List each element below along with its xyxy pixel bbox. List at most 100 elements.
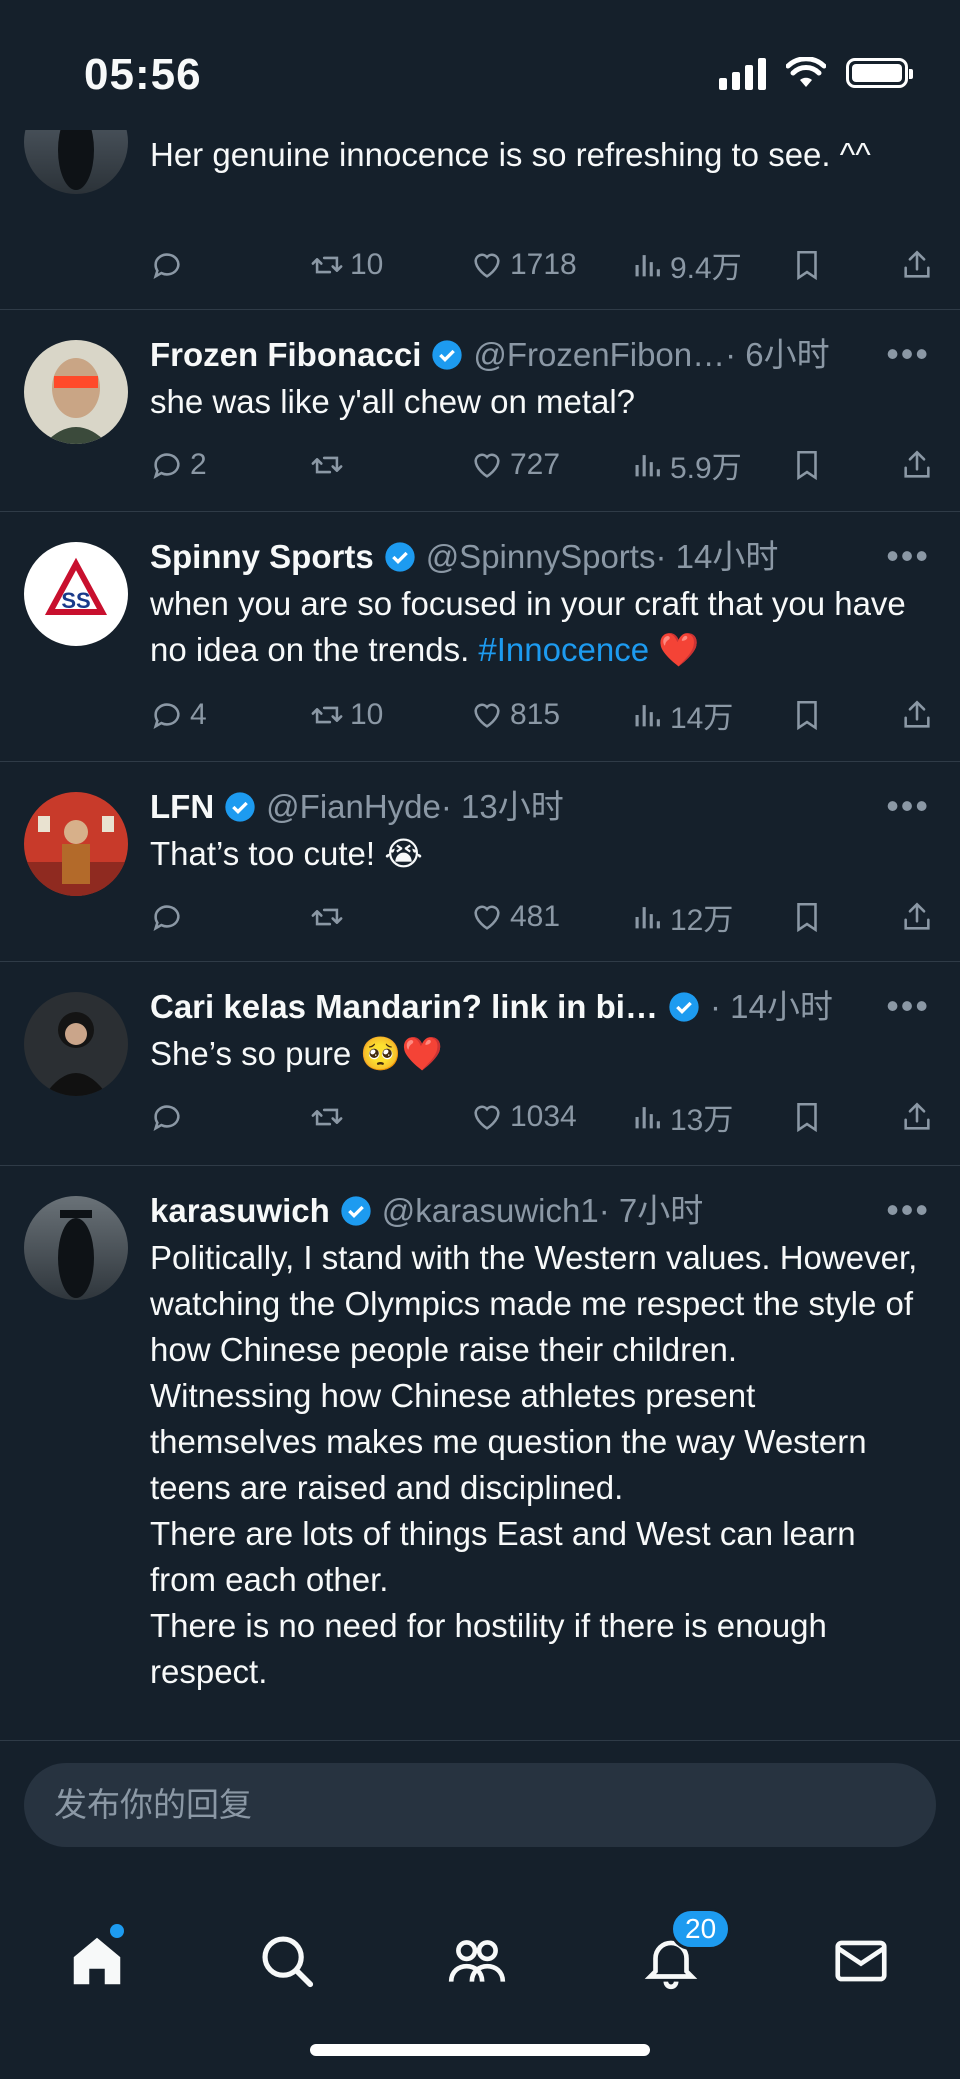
more-options-icon[interactable]: ••• (886, 333, 930, 375)
retweet-count: 10 (350, 248, 384, 281)
avatar[interactable]: SS (24, 542, 128, 646)
reply-button[interactable] (150, 900, 190, 934)
nav-notifications[interactable]: 20 (640, 1908, 732, 2000)
tweet-actions: 2 727 5.9万 (150, 440, 940, 490)
reply-icon (153, 1105, 180, 1132)
nav-communities[interactable] (446, 1930, 516, 2000)
share-button[interactable] (900, 698, 934, 732)
analytics-icon (635, 255, 660, 277)
avatar[interactable] (24, 340, 128, 444)
tweet-text: when you are so focused in your craft th… (150, 581, 930, 673)
views-button[interactable]: 12万 (630, 895, 733, 939)
nav-search[interactable] (256, 1930, 326, 2000)
more-options-icon[interactable]: ••• (886, 535, 930, 577)
timestamp: · 7小时 (598, 1192, 704, 1229)
display-name[interactable]: Spinny Sports (150, 535, 374, 579)
heart-icon (474, 703, 500, 728)
tweet-actions: 1034 13万 (150, 1092, 940, 1142)
reply-icon (153, 253, 180, 280)
retweet-button[interactable] (310, 448, 350, 482)
avatar[interactable] (24, 792, 128, 896)
display-name[interactable]: Frozen Fibonacci (150, 333, 421, 377)
share-button[interactable] (900, 248, 934, 282)
heart-emoji: ❤️ (658, 631, 700, 668)
handle[interactable]: @FianHyde (266, 785, 441, 829)
display-name[interactable]: LFN (150, 785, 214, 829)
more-options-icon[interactable]: ••• (886, 1189, 930, 1231)
handle[interactable]: @karasuwich1 (382, 1189, 599, 1233)
share-icon (904, 700, 930, 728)
tweet[interactable]: Frozen Fibonacci @FrozenFibon… · 6小时 •••… (0, 310, 960, 512)
home-new-dot (110, 1924, 124, 1938)
view-count: 5.9万 (670, 452, 742, 485)
heart-icon (474, 253, 500, 278)
share-button[interactable] (900, 448, 934, 482)
reply-button[interactable] (150, 1100, 190, 1134)
views-button[interactable]: 14万 (630, 693, 733, 737)
bookmark-button[interactable] (790, 248, 824, 282)
more-options-icon[interactable]: ••• (886, 785, 930, 827)
like-button[interactable]: 481 (470, 900, 560, 934)
retweet-button[interactable]: 10 (310, 248, 383, 282)
heart-icon (474, 453, 500, 478)
tweet-paragraph: There is no need for hostility if there … (150, 1607, 827, 1690)
retweet-icon (311, 256, 343, 274)
like-button[interactable]: 1718 (470, 248, 577, 282)
svg-text:SS: SS (61, 588, 90, 613)
view-count: 12万 (670, 904, 734, 937)
analytics-icon (635, 705, 660, 727)
tweet[interactable]: Cari kelas Mandarin? link in bi… · 14小时 … (0, 962, 960, 1166)
like-button[interactable]: 1034 (470, 1100, 577, 1134)
handle[interactable]: @SpinnySports (426, 535, 656, 579)
display-name[interactable]: Cari kelas Mandarin? link in bi… (150, 985, 658, 1029)
tweet[interactable]: SS Spinny Sports @SpinnySports · 14小时 ••… (0, 512, 960, 762)
tweet[interactable]: LFN @FianHyde · 13小时 ••• That’s too cute… (0, 762, 960, 962)
bookmark-icon (797, 450, 817, 481)
display-name[interactable]: karasuwich (150, 1189, 330, 1233)
share-icon (904, 1102, 930, 1130)
bookmark-icon (797, 902, 817, 933)
bookmark-button[interactable] (790, 698, 824, 732)
reply-button[interactable]: 2 (150, 448, 207, 482)
views-button[interactable]: 9.4万 (630, 243, 742, 287)
more-options-icon[interactable]: ••• (886, 985, 930, 1027)
tweet-paragraph: There are lots of things East and West c… (150, 1515, 856, 1598)
share-button[interactable] (900, 1100, 934, 1134)
reply-count: 4 (190, 698, 207, 731)
bookmark-button[interactable] (790, 1100, 824, 1134)
like-count: 1034 (510, 1100, 577, 1133)
verified-badge-icon (385, 542, 415, 572)
like-count: 481 (510, 900, 561, 933)
avatar[interactable] (24, 1196, 128, 1300)
bookmark-button[interactable] (790, 900, 824, 934)
handle[interactable]: @FrozenFibon… (473, 333, 725, 377)
like-button[interactable]: 727 (470, 448, 560, 482)
retweet-button[interactable] (310, 1100, 350, 1134)
views-button[interactable]: 13万 (630, 1095, 733, 1139)
bookmark-button[interactable] (790, 448, 824, 482)
reply-button[interactable] (150, 248, 190, 282)
heart-icon (474, 905, 500, 930)
tweet-paragraph: Witnessing how Chinese athletes present … (150, 1377, 867, 1506)
retweet-icon (311, 706, 343, 724)
reply-bar: 发布你的回复 (0, 1740, 960, 1881)
tweet-text: She’s so pure 🥺❤️ (150, 1035, 443, 1072)
reply-input[interactable]: 发布你的回复 (24, 1763, 936, 1847)
like-button[interactable]: 815 (470, 698, 560, 732)
retweet-button[interactable]: 10 (310, 698, 383, 732)
tweet-text: That’s too cute! 😭 (150, 835, 423, 872)
share-button[interactable] (900, 900, 934, 934)
verified-badge-icon (669, 992, 699, 1022)
reply-count: 2 (190, 448, 207, 481)
nav-messages[interactable] (830, 1930, 900, 2000)
retweet-button[interactable] (310, 900, 350, 934)
nav-home[interactable] (66, 1924, 136, 2000)
reply-button[interactable]: 4 (150, 698, 207, 732)
hashtag-link[interactable]: #Innocence (478, 631, 649, 668)
retweet-icon (311, 1108, 343, 1126)
views-button[interactable]: 5.9万 (630, 443, 742, 487)
reply-icon (153, 905, 180, 932)
avatar[interactable] (24, 992, 128, 1096)
retweet-count: 10 (350, 698, 384, 731)
tweet[interactable]: karasuwich @karasuwich1 · 7小时 ••• Politi… (0, 1166, 960, 1740)
